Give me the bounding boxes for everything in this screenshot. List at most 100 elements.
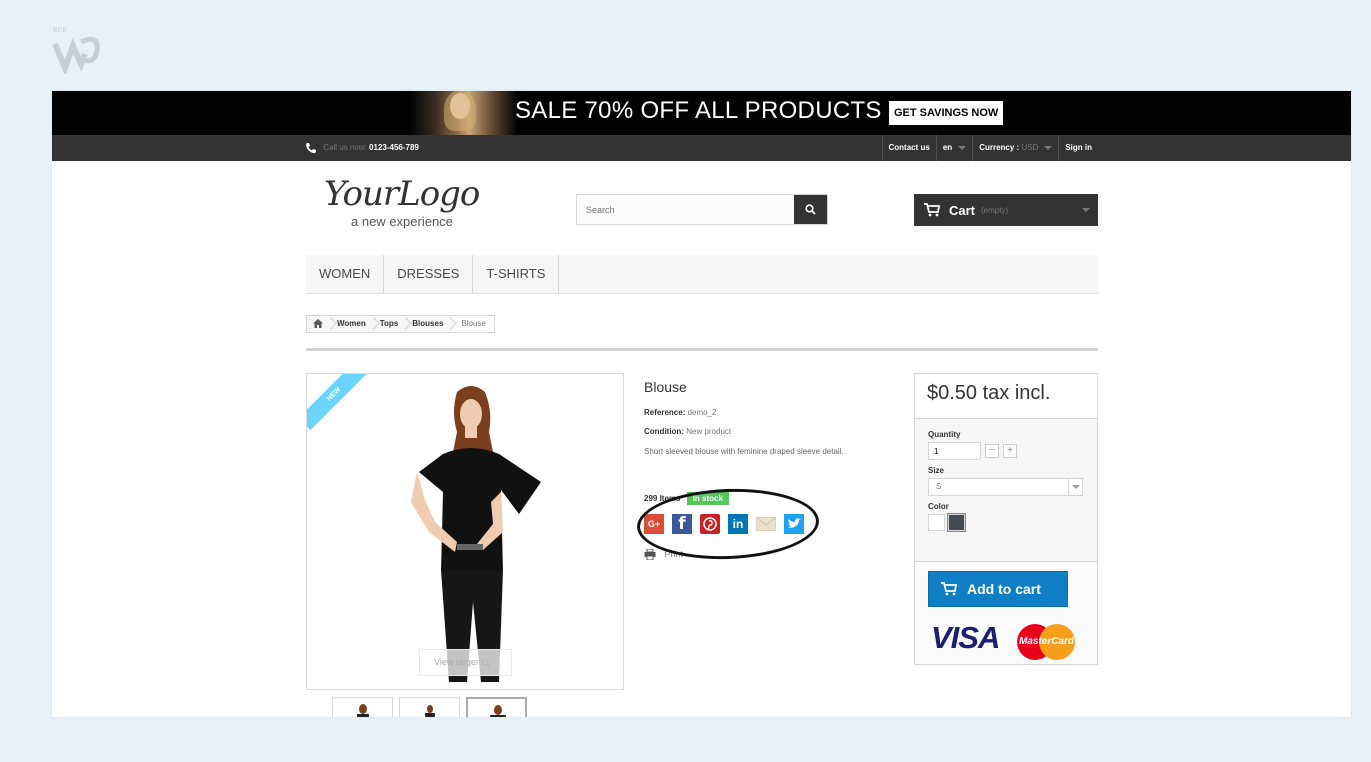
svg-text:BEE: BEE: [53, 27, 67, 34]
item-count: 299 Items: [644, 494, 681, 503]
language-selector[interactable]: en: [935, 135, 972, 161]
main-menu: WOMEN DRESSES T-SHIRTS: [306, 255, 1098, 294]
breadcrumb: Women Tops Blouses Blouse: [306, 315, 495, 333]
breadcrumb-current: Blouse: [451, 316, 494, 332]
pinterest-share-icon[interactable]: [700, 514, 720, 534]
thumbnail-image: [490, 705, 506, 717]
menu-item-tshirts[interactable]: T-SHIRTS: [473, 255, 560, 293]
product-options: Quantity − + Size S Color: [915, 419, 1097, 562]
color-swatches: [928, 513, 1084, 532]
size-select[interactable]: S: [928, 478, 1083, 496]
cart-icon: [941, 582, 957, 596]
menu-item-dresses[interactable]: DRESSES: [384, 255, 474, 293]
color-swatch-gray[interactable]: [947, 513, 966, 532]
availability: 299 Items In stock: [644, 492, 729, 505]
phone-number: 0123-456-789: [369, 143, 419, 152]
size-value: S: [936, 482, 942, 491]
thumbnail-image: [425, 705, 435, 717]
thumbnail[interactable]: [332, 697, 393, 717]
new-ribbon: NEW: [307, 374, 370, 431]
print-link[interactable]: Print: [644, 548, 684, 561]
chevron-down-icon: [1082, 208, 1090, 212]
signin-link[interactable]: Sign in: [1058, 135, 1098, 161]
condition-value: New product: [686, 427, 732, 436]
stock-badge: In stock: [686, 492, 729, 505]
shop-page: SALE 70% OFF ALL PRODUCTS GET SAVINGS NO…: [52, 91, 1351, 717]
quantity-label: Quantity: [928, 430, 961, 439]
call-label: Call us now:: [323, 143, 367, 152]
cart-status: (empty): [981, 205, 1009, 215]
cart-label: Cart: [949, 202, 976, 218]
condition-label: Condition:: [644, 427, 684, 436]
social-share: G+ f in: [644, 514, 812, 534]
thumbnail[interactable]: [399, 697, 460, 717]
banner-model-image: [408, 91, 518, 135]
thumbnail-image: [357, 704, 369, 717]
condition-row: Condition: New product: [644, 427, 894, 436]
product-photo: [411, 386, 541, 682]
search-input[interactable]: [577, 195, 794, 224]
chevron-down-icon: [1068, 479, 1082, 495]
product-image[interactable]: NEW View larger: [306, 373, 624, 690]
phone-info: Call us now: 0123-456-789: [305, 135, 419, 161]
home-icon: [313, 319, 323, 329]
chevron-down-icon: [958, 145, 967, 150]
thumbnail-selected[interactable]: [466, 697, 527, 717]
print-label: Print: [664, 549, 684, 559]
logo-text: YourLogo: [324, 174, 480, 214]
product-description: Short sleeved blouse with feminine drape…: [644, 447, 844, 456]
product-name: Blouse: [644, 379, 687, 395]
thumbnail-list: [332, 697, 533, 717]
breadcrumb-home[interactable]: [307, 316, 331, 332]
quantity-increase-button[interactable]: +: [1003, 444, 1017, 458]
menu-item-women[interactable]: WOMEN: [306, 255, 385, 293]
buy-box: $0.50 tax incl. Quantity − + Size S Colo…: [914, 373, 1098, 665]
language-value: en: [942, 143, 953, 152]
reference-row: Reference: demo_2: [644, 408, 894, 417]
search-icon: [805, 204, 816, 215]
add-to-cart-button[interactable]: Add to cart: [928, 571, 1068, 607]
store-logo[interactable]: YourLogo a new experience: [324, 175, 516, 231]
mastercard-logo: MasterCard: [1017, 624, 1075, 660]
zoom-icon: [481, 657, 491, 668]
currency-label: Currency :: [979, 143, 1020, 152]
product-info: Blouse Reference: demo_2 Condition: New …: [644, 379, 894, 458]
printer-icon: [644, 548, 656, 561]
view-larger-button[interactable]: View larger: [419, 649, 512, 676]
cart-icon: [924, 203, 940, 217]
linkedin-share-icon[interactable]: in: [728, 514, 748, 534]
currency-value: USD: [1021, 143, 1039, 152]
color-swatch-white[interactable]: [928, 514, 945, 531]
email-share-icon[interactable]: [756, 514, 776, 534]
cart-button[interactable]: Cart (empty): [914, 194, 1098, 226]
reference-value: demo_2: [687, 408, 717, 417]
divider: [306, 348, 1098, 351]
logo-tagline: a new experience: [351, 214, 453, 229]
search-button[interactable]: [794, 195, 827, 224]
twitter-share-icon[interactable]: [784, 514, 804, 534]
sale-banner[interactable]: SALE 70% OFF ALL PRODUCTS GET SAVINGS NO…: [52, 91, 1351, 135]
add-to-cart-label: Add to cart: [967, 581, 1041, 597]
pinterest-glyph: [703, 517, 717, 531]
search-bar: [576, 194, 828, 225]
get-savings-button[interactable]: GET SAVINGS NOW: [889, 101, 1004, 125]
quantity-input[interactable]: [928, 442, 981, 460]
reference-label: Reference:: [644, 408, 686, 417]
quantity-stepper: − +: [928, 442, 1084, 460]
top-bar: Call us now: 0123-456-789 Contact us en …: [52, 135, 1351, 161]
payment-logos: VISA MasterCard: [931, 616, 1076, 660]
quantity-decrease-button[interactable]: −: [985, 444, 999, 458]
color-label: Color: [928, 502, 949, 511]
visa-logo: VISA: [931, 620, 1000, 655]
google-plus-share-icon[interactable]: G+: [644, 514, 664, 534]
brand-watermark-logo: BEE: [51, 24, 101, 74]
contact-link[interactable]: Contact us: [881, 135, 936, 161]
currency-selector[interactable]: Currency : USD: [972, 135, 1058, 161]
facebook-share-icon[interactable]: f: [672, 514, 692, 534]
breadcrumb-women[interactable]: Women: [331, 316, 374, 332]
size-label: Size: [928, 466, 945, 475]
phone-icon: [306, 142, 316, 154]
top-nav: Contact us en Currency : USD Sign in: [881, 135, 1099, 161]
breadcrumb-blouses[interactable]: Blouses: [406, 316, 451, 332]
product-price: $0.50 tax incl.: [915, 374, 1097, 419]
